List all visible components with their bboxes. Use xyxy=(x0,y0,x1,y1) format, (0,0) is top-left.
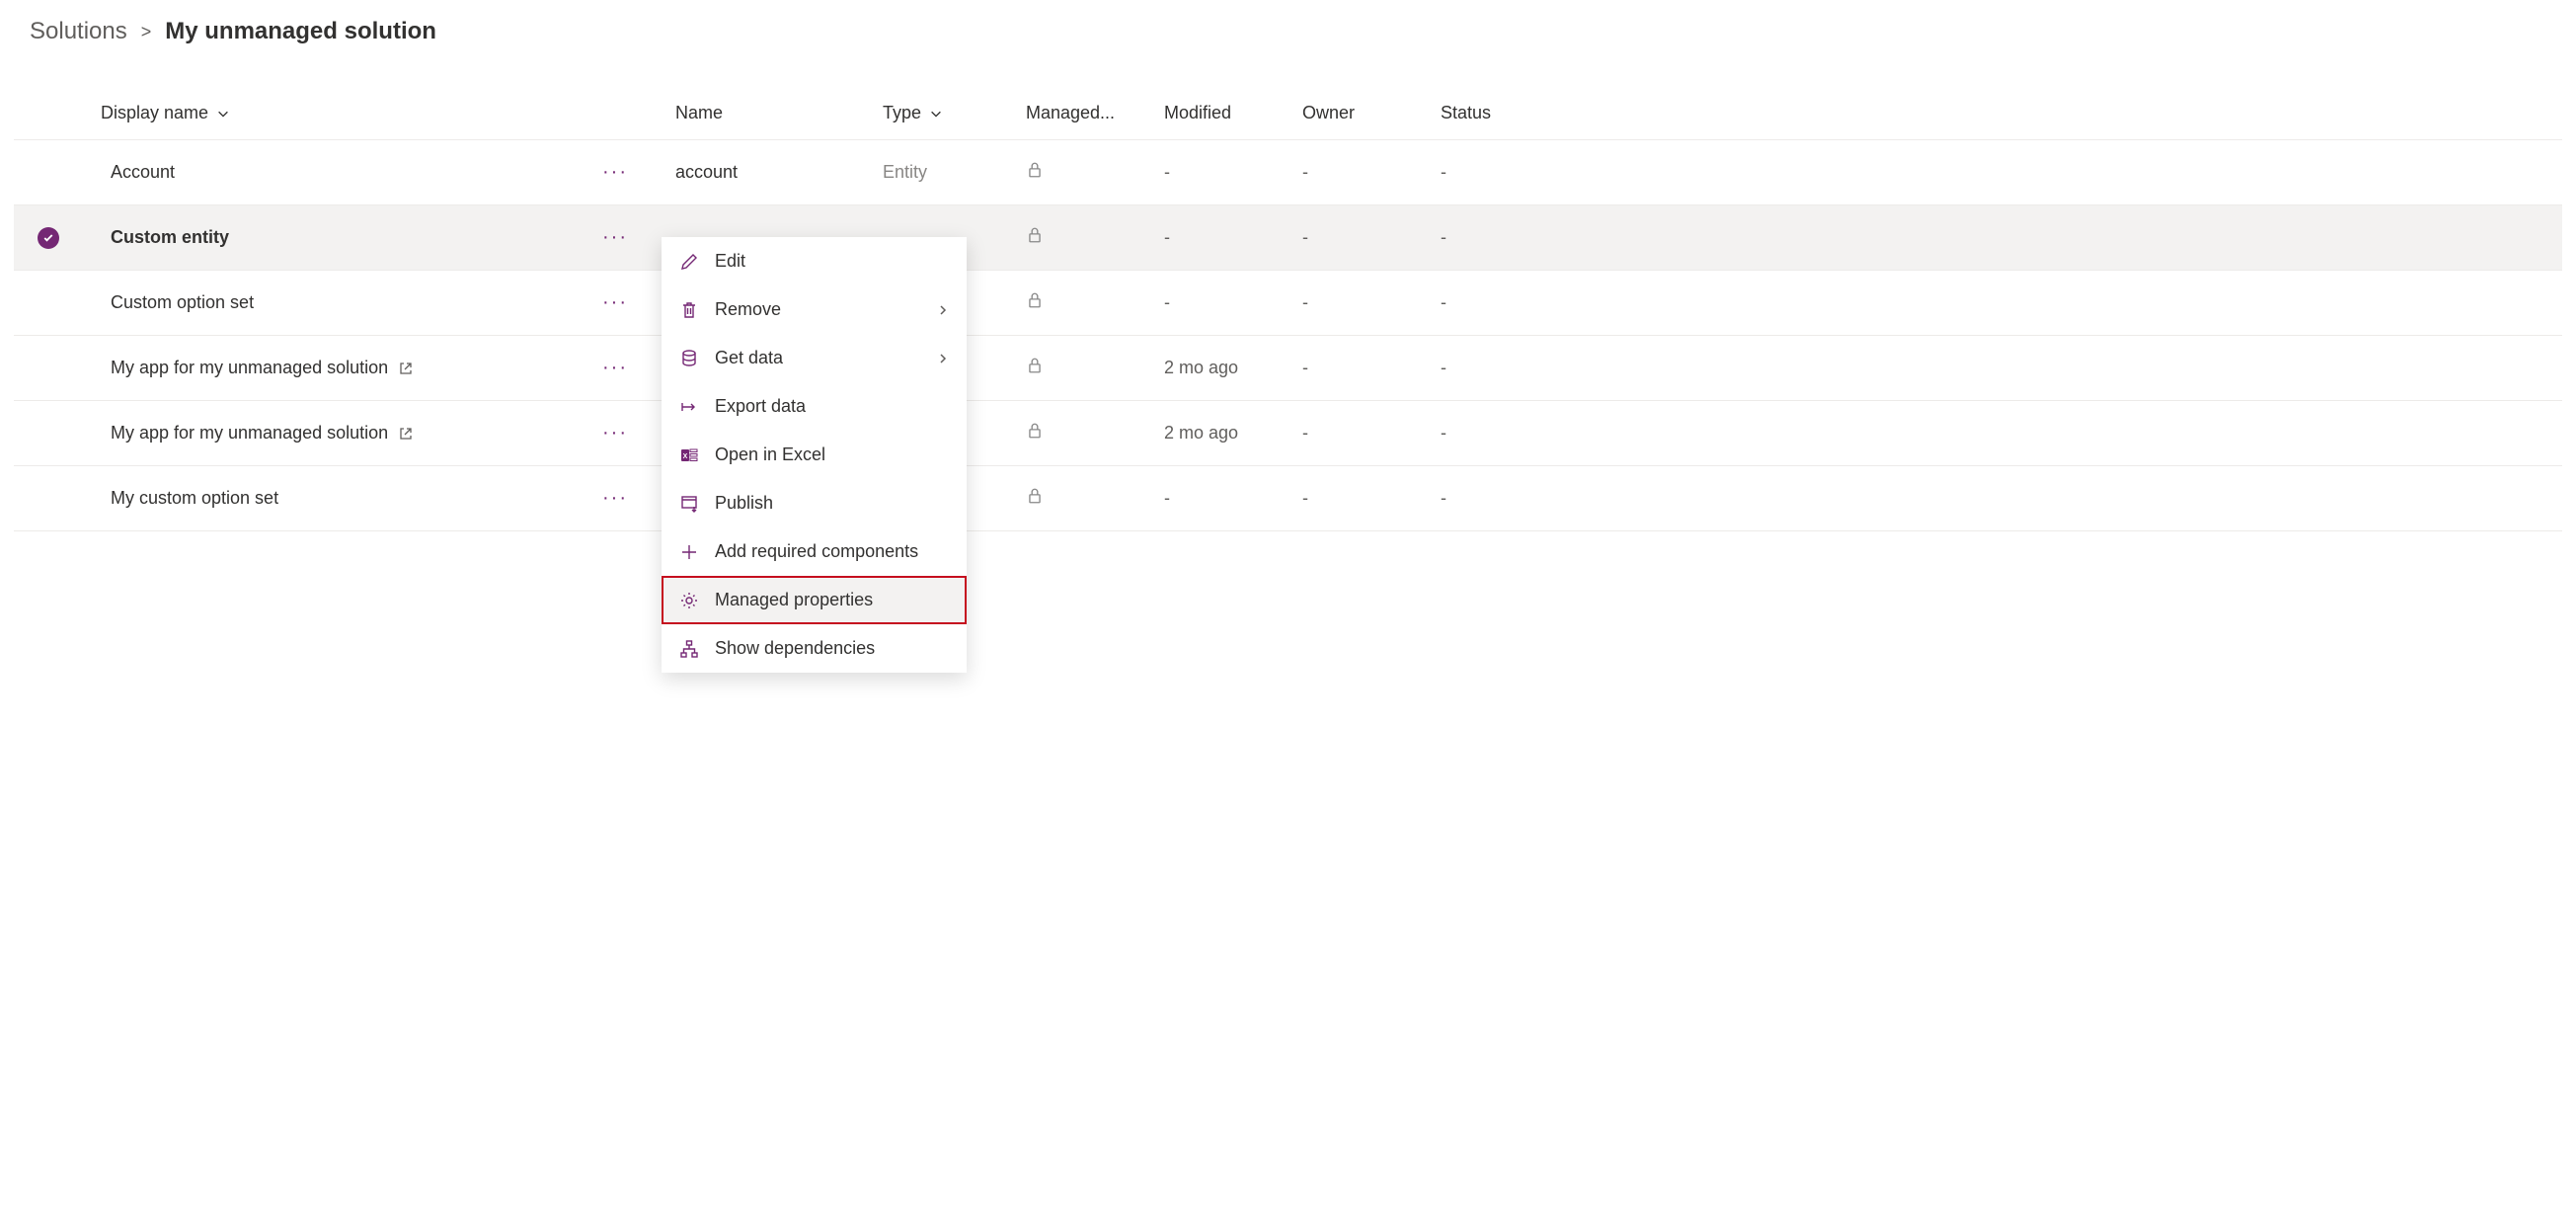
lock-icon xyxy=(1026,291,1044,309)
publish-icon xyxy=(679,494,699,514)
trash-icon xyxy=(679,300,699,320)
managed-cell xyxy=(1016,336,1154,401)
more-actions-button[interactable]: ··· xyxy=(594,157,636,188)
menu-item-remove[interactable]: Remove xyxy=(662,285,967,334)
lock-icon xyxy=(1026,487,1044,505)
modified-cell: - xyxy=(1154,271,1292,336)
menu-item-open-in-excel[interactable]: X Open in Excel xyxy=(662,431,967,479)
lock-icon xyxy=(1026,161,1044,179)
owner-cell: - xyxy=(1292,336,1431,401)
owner-cell: - xyxy=(1292,271,1431,336)
menu-item-show-dependencies[interactable]: Show dependencies xyxy=(662,624,967,673)
owner-cell: - xyxy=(1292,140,1431,205)
column-header-owner[interactable]: Owner xyxy=(1292,63,1431,140)
breadcrumb-current: My unmanaged solution xyxy=(165,18,436,45)
lock-icon xyxy=(1026,422,1044,440)
excel-icon: X xyxy=(679,445,699,465)
menu-item-label: Managed properties xyxy=(715,590,873,610)
modified-cell: - xyxy=(1154,205,1292,271)
table-row[interactable]: My custom option set ··· et--- xyxy=(14,466,2562,531)
display-name-text: Custom option set xyxy=(111,292,254,313)
table-row[interactable]: My app for my unmanaged solution ··· ive… xyxy=(14,336,2562,401)
menu-item-label: Publish xyxy=(715,493,773,514)
more-actions-button[interactable]: ··· xyxy=(594,483,636,514)
pencil-icon xyxy=(679,252,699,272)
menu-item-label: Edit xyxy=(715,251,745,272)
chevron-down-icon xyxy=(216,107,230,121)
menu-item-edit[interactable]: Edit xyxy=(662,237,967,285)
table-row[interactable]: My app for my unmanaged solution ··· ens… xyxy=(14,401,2562,466)
plus-icon xyxy=(679,542,699,562)
chevron-right-icon xyxy=(937,304,949,316)
more-actions-button[interactable]: ··· xyxy=(594,353,636,383)
menu-item-label: Remove xyxy=(715,299,781,320)
owner-cell: - xyxy=(1292,401,1431,466)
menu-item-publish[interactable]: Publish xyxy=(662,479,967,527)
managed-cell xyxy=(1016,466,1154,531)
external-link-icon xyxy=(398,361,414,376)
menu-item-label: Open in Excel xyxy=(715,444,825,465)
lock-icon xyxy=(1026,357,1044,374)
display-name-text: My app for my unmanaged solution xyxy=(111,423,388,444)
owner-cell: - xyxy=(1292,466,1431,531)
menu-item-label: Show dependencies xyxy=(715,638,875,659)
menu-item-label: Get data xyxy=(715,348,783,368)
column-header-name[interactable]: Name xyxy=(665,63,873,140)
menu-item-managed-properties[interactable]: Managed properties xyxy=(662,576,967,624)
display-name-text: Custom entity xyxy=(111,227,229,248)
table-row[interactable]: Custom entity ··· --- xyxy=(14,205,2562,271)
display-name-text: Account xyxy=(111,162,175,183)
status-cell: - xyxy=(1431,466,2562,531)
breadcrumb-separator: > xyxy=(141,22,152,42)
type-cell: Entity xyxy=(873,140,1016,205)
menu-item-export-data[interactable]: Export data xyxy=(662,382,967,431)
menu-item-label: Add required components xyxy=(715,541,918,562)
status-cell: - xyxy=(1431,401,2562,466)
breadcrumb-link-solutions[interactable]: Solutions xyxy=(30,18,127,45)
solution-components-table: Display name Name Type Managed... Modifi… xyxy=(14,63,2562,531)
display-name-text: My app for my unmanaged solution xyxy=(111,358,388,378)
database-icon xyxy=(679,349,699,368)
svg-text:X: X xyxy=(683,453,688,460)
export-icon xyxy=(679,397,699,417)
more-actions-button[interactable]: ··· xyxy=(594,222,636,253)
managed-cell xyxy=(1016,401,1154,466)
owner-cell: - xyxy=(1292,205,1431,271)
modified-cell: - xyxy=(1154,466,1292,531)
lock-icon xyxy=(1026,226,1044,244)
name-cell: account xyxy=(665,140,873,205)
chevron-down-icon xyxy=(929,107,943,121)
modified-cell: 2 mo ago xyxy=(1154,336,1292,401)
status-cell: - xyxy=(1431,271,2562,336)
modified-cell: 2 mo ago xyxy=(1154,401,1292,466)
table-row[interactable]: Custom option set ··· et--- xyxy=(14,271,2562,336)
managed-cell xyxy=(1016,205,1154,271)
column-header-modified[interactable]: Modified xyxy=(1154,63,1292,140)
chevron-right-icon xyxy=(937,353,949,364)
external-link-icon xyxy=(398,426,414,442)
status-cell: - xyxy=(1431,205,2562,271)
modified-cell: - xyxy=(1154,140,1292,205)
more-actions-button[interactable]: ··· xyxy=(594,287,636,318)
managed-cell xyxy=(1016,271,1154,336)
hierarchy-icon xyxy=(679,639,699,659)
context-menu: Edit Remove Get data Export data X Open … xyxy=(662,237,967,673)
table-row[interactable]: Account ··· accountEntity--- xyxy=(14,140,2562,205)
selected-check-icon[interactable] xyxy=(38,227,59,249)
menu-item-label: Export data xyxy=(715,396,806,417)
breadcrumb: Solutions > My unmanaged solution xyxy=(0,0,2576,63)
display-name-text: My custom option set xyxy=(111,488,278,509)
managed-cell xyxy=(1016,140,1154,205)
more-actions-button[interactable]: ··· xyxy=(594,418,636,448)
column-header-display-name[interactable]: Display name xyxy=(14,63,665,140)
status-cell: - xyxy=(1431,336,2562,401)
column-header-managed[interactable]: Managed... xyxy=(1016,63,1154,140)
column-header-type[interactable]: Type xyxy=(873,63,1016,140)
gear-icon xyxy=(679,591,699,610)
menu-item-get-data[interactable]: Get data xyxy=(662,334,967,382)
status-cell: - xyxy=(1431,140,2562,205)
column-header-status[interactable]: Status xyxy=(1431,63,2562,140)
menu-item-add-required-components[interactable]: Add required components xyxy=(662,527,967,576)
